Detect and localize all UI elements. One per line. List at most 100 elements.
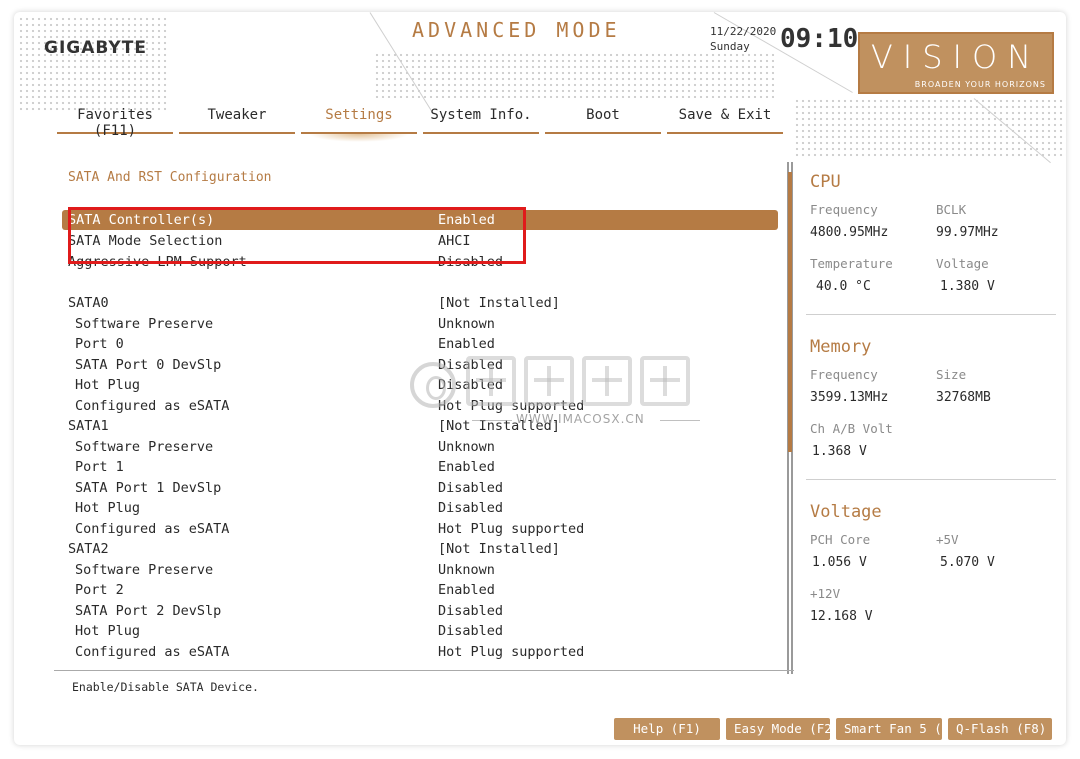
setting-row-esata-0: Configured as eSATA Hot Plug supported bbox=[62, 396, 778, 416]
cpu-stats: Frequency BCLK 4800.95MHz 99.97MHz Tempe… bbox=[810, 200, 1066, 298]
setting-row-software-preserve-1: Software Preserve Unknown bbox=[62, 437, 778, 457]
setting-label: SATA Controller(s) bbox=[68, 212, 215, 228]
setting-row-sata1: SATA1 [Not Installed] bbox=[62, 416, 778, 436]
tab-settings[interactable]: Settings bbox=[301, 104, 417, 142]
memory-stats: Frequency Size 3599.13MHz 32768MB Ch A/B… bbox=[810, 365, 1066, 463]
voltage-stats: PCH Core +5V 1.056 V 5.070 V +12V 12.168… bbox=[810, 530, 1066, 628]
settings-panel: SATA And RST Configuration SATA Controll… bbox=[54, 148, 794, 668]
tab-save-exit[interactable]: Save & Exit bbox=[667, 104, 783, 134]
setting-row-port-2[interactable]: Port 2 Enabled bbox=[62, 580, 778, 600]
setting-row-sata2: SATA2 [Not Installed] bbox=[62, 539, 778, 559]
setting-row-sata-mode[interactable]: SATA Mode Selection AHCI bbox=[62, 231, 778, 251]
dot-pattern bbox=[18, 16, 168, 112]
cpu-title: CPU bbox=[810, 172, 841, 192]
setting-value: Disabled bbox=[438, 623, 504, 639]
tab-boot[interactable]: Boot bbox=[545, 104, 661, 134]
setting-row-software-preserve-0: Software Preserve Unknown bbox=[62, 314, 778, 334]
scrollbar-thumb[interactable] bbox=[788, 172, 792, 452]
memory-chab-volt-label: Ch A/B Volt bbox=[810, 421, 893, 436]
divider bbox=[54, 670, 794, 671]
setting-row-port-0[interactable]: Port 0 Enabled bbox=[62, 334, 778, 354]
date-block: 11/22/2020 Sunday bbox=[710, 24, 776, 54]
footer-buttons: Help (F1) Easy Mode (F2) Smart Fan 5 (F6… bbox=[614, 718, 1052, 740]
main-tabs: Favorites (F11) Tweaker Settings System … bbox=[54, 104, 786, 142]
cpu-voltage-value: 1.380 V bbox=[940, 279, 995, 294]
memory-frequency-label: Frequency bbox=[810, 367, 878, 382]
memory-size-value: 32768MB bbox=[936, 390, 991, 405]
vision-word: VISION bbox=[870, 38, 1042, 76]
vision-tagline: BROADEN YOUR HORIZONS bbox=[914, 80, 1046, 89]
setting-row-esata-2: Configured as eSATA Hot Plug supported bbox=[62, 642, 778, 662]
memory-frequency-value: 3599.13MHz bbox=[810, 390, 889, 405]
setting-row-port-2-devslp[interactable]: SATA Port 2 DevSlp Disabled bbox=[62, 601, 778, 621]
setting-row-port-0-devslp[interactable]: SATA Port 0 DevSlp Disabled bbox=[62, 355, 778, 375]
setting-value: AHCI bbox=[438, 233, 471, 249]
memory-title: Memory bbox=[810, 337, 872, 357]
date-text: 11/22/2020 bbox=[710, 25, 777, 38]
setting-label: SATA Mode Selection bbox=[68, 233, 223, 249]
section-title: SATA And RST Configuration bbox=[68, 170, 272, 185]
setting-value: Disabled bbox=[438, 602, 504, 619]
setting-label: SATA0 bbox=[68, 295, 109, 311]
tab-tweaker[interactable]: Tweaker bbox=[179, 104, 295, 134]
smart-fan-button[interactable]: Smart Fan 5 (F6) bbox=[836, 718, 964, 740]
setting-row-software-preserve-2: Software Preserve Unknown bbox=[62, 560, 778, 580]
setting-label: SATA1 bbox=[68, 418, 109, 434]
help-description: Enable/Disable SATA Device. bbox=[72, 680, 259, 694]
dot-pattern bbox=[374, 52, 774, 98]
setting-row-aggressive-lpm[interactable]: Aggressive LPM Support Disabled bbox=[62, 252, 778, 272]
setting-value: Enabled bbox=[438, 336, 495, 352]
setting-row-hot-plug-0[interactable]: Hot Plug Disabled bbox=[62, 375, 778, 395]
setting-label: Hot Plug bbox=[75, 377, 141, 393]
setting-value: Disabled bbox=[438, 500, 504, 516]
cpu-bclk-label: BCLK bbox=[936, 202, 967, 217]
cpu-temperature-label: Temperature bbox=[810, 256, 893, 271]
setting-value: Disabled bbox=[438, 377, 504, 393]
setting-value: [Not Installed] bbox=[438, 295, 560, 311]
setting-value: [Not Installed] bbox=[438, 541, 560, 557]
memory-size-label: Size bbox=[936, 367, 967, 382]
voltage-title: Voltage bbox=[810, 502, 882, 522]
setting-row-sata-controller[interactable]: SATA Controller(s) Enabled bbox=[62, 210, 778, 230]
setting-row-esata-1: Configured as eSATA Hot Plug supported bbox=[62, 519, 778, 539]
divider bbox=[806, 479, 1056, 480]
setting-row-sata0: SATA0 [Not Installed] bbox=[62, 293, 778, 313]
tab-favorites[interactable]: Favorites (F11) bbox=[57, 104, 173, 139]
help-button[interactable]: Help (F1) bbox=[614, 718, 720, 740]
setting-label: Hot Plug bbox=[75, 500, 141, 516]
setting-value: [Not Installed] bbox=[438, 418, 560, 434]
dot-pattern bbox=[794, 98, 1066, 158]
plus-5v-label: +5V bbox=[936, 532, 959, 547]
clock: 09:10 bbox=[780, 24, 859, 54]
setting-label: Software Preserve bbox=[75, 561, 214, 578]
setting-row-port-1-devslp[interactable]: SATA Port 1 DevSlp Disabled bbox=[62, 478, 778, 498]
cpu-voltage-label: Voltage bbox=[936, 256, 989, 271]
setting-label: Software Preserve bbox=[75, 315, 214, 332]
setting-value: Hot Plug supported bbox=[438, 520, 585, 537]
qflash-button[interactable]: Q-Flash (F8) bbox=[948, 718, 1052, 740]
setting-label: Port 0 bbox=[75, 336, 124, 352]
setting-row-port-1[interactable]: Port 1 Enabled bbox=[62, 457, 778, 477]
setting-label: Port 2 bbox=[75, 582, 124, 598]
bios-frame: GIGABYTE ADVANCED MODE 11/22/2020 Sunday… bbox=[14, 12, 1066, 745]
memory-chab-volt-value: 1.368 V bbox=[812, 444, 867, 459]
setting-row-hot-plug-2[interactable]: Hot Plug Disabled bbox=[62, 621, 778, 641]
plus-12v-label: +12V bbox=[810, 586, 841, 601]
setting-value: Disabled bbox=[438, 254, 504, 270]
setting-label: Software Preserve bbox=[75, 438, 214, 455]
setting-value: Disabled bbox=[438, 356, 504, 373]
easy-mode-button[interactable]: Easy Mode (F2) bbox=[726, 718, 839, 740]
hardware-monitor-panel: CPU Frequency BCLK 4800.95MHz 99.97MHz T… bbox=[806, 172, 1066, 628]
pch-core-label: PCH Core bbox=[810, 532, 871, 547]
setting-value: Unknown bbox=[438, 315, 495, 332]
setting-label: SATA2 bbox=[68, 541, 109, 557]
setting-label: Port 1 bbox=[75, 459, 124, 475]
setting-value: Enabled bbox=[438, 212, 495, 228]
cpu-temperature-value: 40.0 °C bbox=[816, 279, 871, 294]
setting-value: Enabled bbox=[438, 459, 495, 475]
setting-row-hot-plug-1[interactable]: Hot Plug Disabled bbox=[62, 498, 778, 518]
setting-label: Aggressive LPM Support bbox=[68, 254, 247, 270]
tab-system-info[interactable]: System Info. bbox=[423, 104, 539, 134]
setting-label: Hot Plug bbox=[75, 623, 141, 639]
setting-value: Unknown bbox=[438, 561, 495, 578]
